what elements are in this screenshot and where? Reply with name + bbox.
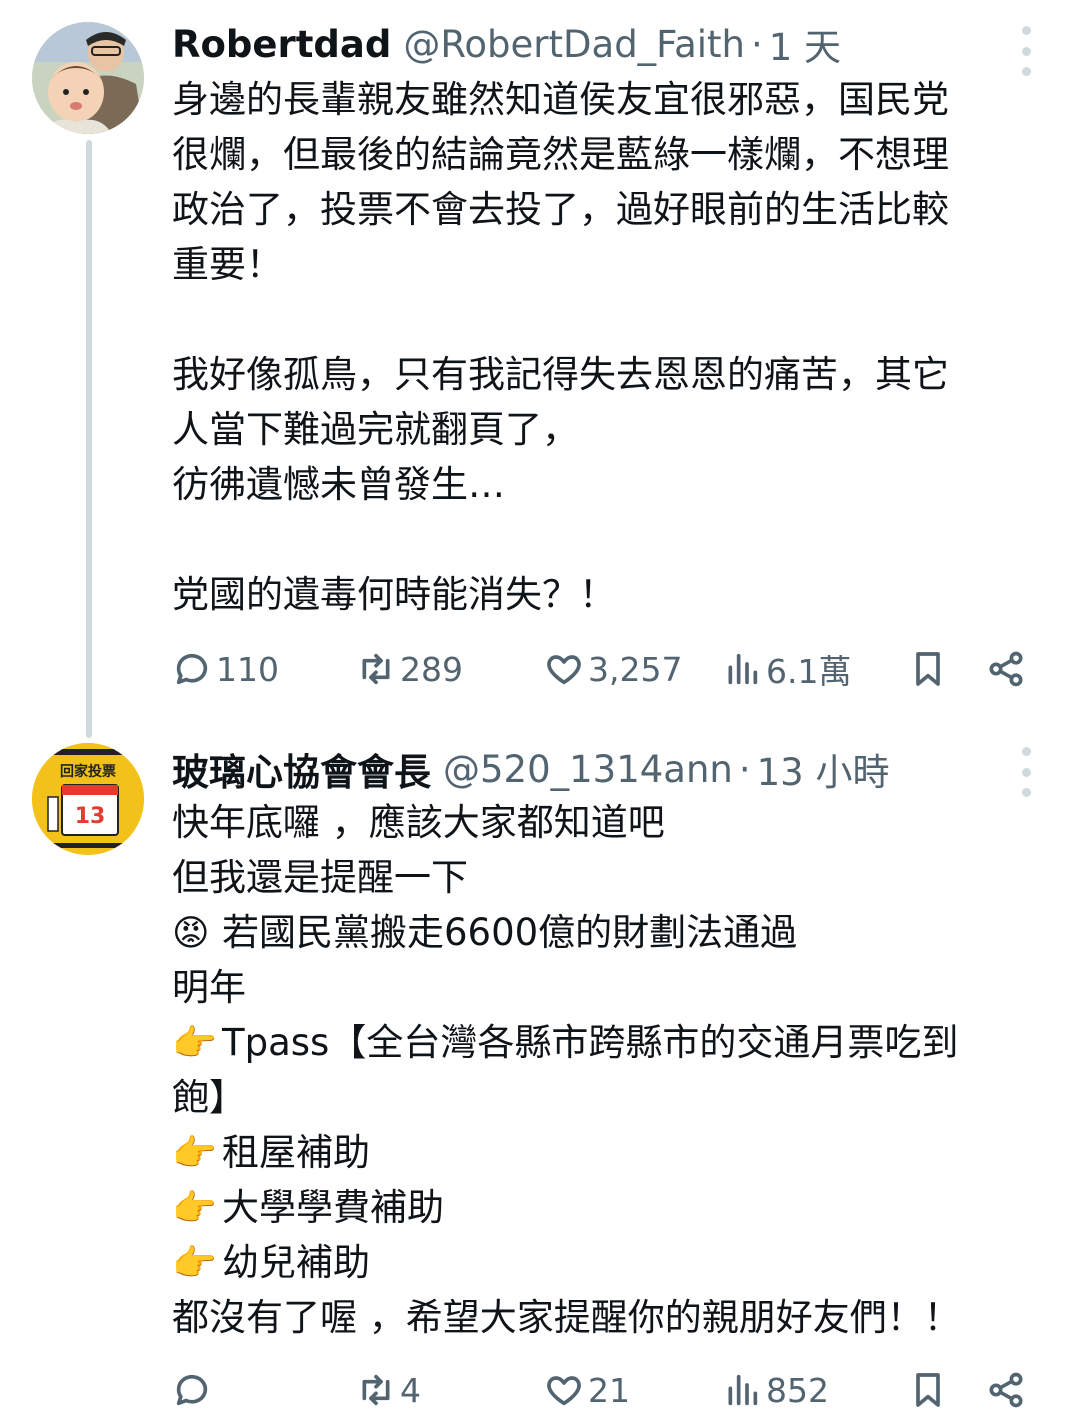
more-vertical-icon[interactable] <box>1016 26 1036 76</box>
pointing-hand-emoji-icon: 👉 <box>172 1188 217 1229</box>
tweet-text: 快年底囉 ，應該大家都知道吧 但我還是提醒一下 😡 若國民黨搬走6600億的財劃法… <box>172 795 1052 1345</box>
tweet-text-line: 重要！ <box>172 243 283 286</box>
tweet-text-line: 飽】 <box>172 1076 246 1119</box>
avatar[interactable] <box>32 22 144 134</box>
avatar-sticker-text: 回家投票 <box>60 763 116 780</box>
tweet-text-line: 彷彿遺憾未曾發生… <box>172 463 505 506</box>
tweet-text-line: 都沒有了喔 ，希望大家提醒你的親朋好友們！！ <box>172 1296 961 1339</box>
reply-button[interactable]: 110 <box>172 644 279 694</box>
views-chart-icon <box>728 1374 758 1406</box>
retweet-button[interactable]: 4 <box>356 1365 421 1415</box>
like-button[interactable]: 3,257 <box>544 644 682 694</box>
retweet-button[interactable]: 289 <box>356 644 463 694</box>
separator: · <box>738 747 751 791</box>
reply-button[interactable] <box>172 1365 216 1415</box>
action-bar: 110 289 3,257 6.1萬 <box>172 644 1032 694</box>
like-count: 3,257 <box>588 649 683 689</box>
view-count: 6.1萬 <box>766 652 852 691</box>
views-chart-icon <box>728 653 758 685</box>
share-button[interactable] <box>986 644 1026 694</box>
angry-face-emoji-icon: 😡 <box>172 913 210 954</box>
tweet-text-line: 👉 幼兒補助 <box>172 1235 1052 1290</box>
like-button[interactable]: 21 <box>544 1365 630 1415</box>
tweet-text-line: 但我還是提醒一下 <box>172 856 468 899</box>
tweet-text-line: 身邊的長輩親友雖然知道侯友宜很邪惡，国民党 <box>172 78 949 121</box>
view-count: 852 <box>766 1370 829 1410</box>
views-button[interactable]: 852 <box>722 1365 829 1415</box>
like-count: 21 <box>588 1370 630 1410</box>
bookmark-button[interactable] <box>908 644 948 694</box>
tweet-text: 身邊的長輩親友雖然知道侯友宜很邪惡，国民党 很爛，但最後的結論竟然是藍綠一樣爛，… <box>172 72 1052 622</box>
share-icon <box>989 1372 1023 1408</box>
bookmark-icon <box>916 1373 940 1407</box>
views-button[interactable]: 6.1萬 <box>722 644 851 694</box>
pointing-hand-emoji-icon: 👉 <box>172 1243 217 1284</box>
tweet-text-line: 很爛，但最後的結論竟然是藍綠一樣爛，不想理 <box>172 133 949 176</box>
avatar-sticker-number: 13 <box>75 804 106 829</box>
tweet-text-line: 明年 <box>172 966 246 1009</box>
tweet-text-line: 👉 Tpass【全台灣各縣市跨縣市的交通月票吃到 <box>172 1015 1052 1070</box>
tweet-text-line: 快年底囉 ，應該大家都知道吧 <box>172 801 665 844</box>
tweet-text-line: 👉 大學學費補助 <box>172 1180 1052 1235</box>
action-bar: 4 21 852 <box>172 1365 1032 1415</box>
bookmark-icon <box>916 652 940 686</box>
tweet-text-line: 政治了，投票不會去投了，過好眼前的生活比較 <box>172 188 949 231</box>
tweet[interactable]: Robertdad @RobertDad_Faith · 1 天 身邊的長輩親友… <box>0 0 1080 715</box>
tweet[interactable]: 回家投票 13 玻璃心協會會長 @520_1314ann · 13 小時 快年底… <box>0 715 1080 1427</box>
share-icon <box>989 651 1023 687</box>
avatar[interactable]: 回家投票 13 <box>32 743 144 855</box>
bookmark-button[interactable] <box>908 1365 948 1415</box>
calendar-vote-sticker-icon: 回家投票 13 <box>32 743 144 855</box>
tweet-text-line: 👉 租屋補助 <box>172 1125 1052 1180</box>
reply-icon <box>176 653 208 685</box>
user-handle[interactable]: @520_1314ann <box>443 748 733 791</box>
separator: · <box>750 22 763 66</box>
retweet-icon <box>362 653 390 685</box>
retweet-count: 289 <box>400 649 463 689</box>
tweet-text-line: 我好像孤鳥，只有我記得失去恩恩的痛苦，其它 <box>172 353 949 396</box>
user-handle[interactable]: @RobertDad_Faith <box>403 23 745 66</box>
timestamp[interactable]: 1 天 <box>769 17 841 71</box>
pointing-hand-emoji-icon: 👉 <box>172 1133 217 1174</box>
share-button[interactable] <box>986 1365 1026 1415</box>
pointing-hand-emoji-icon: 👉 <box>172 1023 217 1064</box>
reply-count: 110 <box>216 649 279 689</box>
tweet-text-line: 党國的遺毒何時能消失？！ <box>172 573 616 616</box>
retweet-icon <box>362 1374 390 1406</box>
tweet-header: 玻璃心協會會長 @520_1314ann · 13 小時 <box>172 741 1000 797</box>
profile-photo-icon <box>32 22 144 134</box>
heart-icon <box>547 655 581 685</box>
tweet-header: Robertdad @RobertDad_Faith · 1 天 <box>172 16 1000 72</box>
display-name[interactable]: Robertdad <box>172 23 391 66</box>
tweet-text-line: 😡 若國民黨搬走6600億的財劃法通過 <box>172 905 1052 960</box>
timestamp[interactable]: 13 小時 <box>757 742 890 796</box>
tweet-text-line: 人當下難過完就翻頁了， <box>172 408 579 451</box>
more-vertical-icon[interactable] <box>1016 747 1036 797</box>
display-name[interactable]: 玻璃心協會會長 <box>172 742 431 796</box>
reply-icon <box>176 1374 208 1406</box>
retweet-count: 4 <box>400 1370 421 1410</box>
heart-icon <box>547 1376 581 1406</box>
